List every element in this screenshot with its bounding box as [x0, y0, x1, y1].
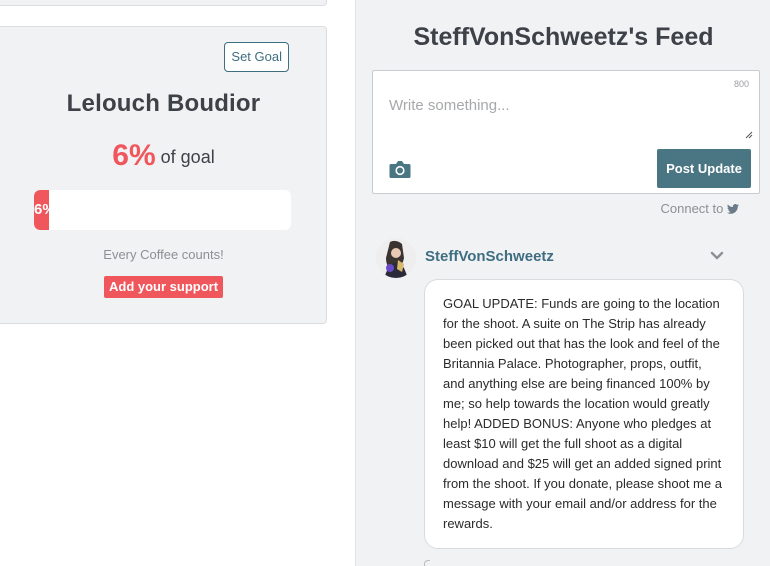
previous-card-edge	[0, 0, 327, 6]
goal-percent-value: 6%	[112, 139, 156, 172]
connect-label: Connect to	[660, 201, 724, 216]
post-body: GOAL UPDATE: Funds are going to the loca…	[424, 279, 744, 549]
add-support-button[interactable]: Add your support	[104, 276, 224, 298]
char-limit: 800	[733, 79, 749, 89]
goal-progress-label: 6%	[34, 201, 56, 218]
set-goal-button[interactable]: Set Goal	[224, 42, 289, 72]
twitter-icon	[727, 204, 739, 214]
connect-to-twitter[interactable]: Connect to	[660, 201, 739, 216]
feed-title: SteffVonSchweetz's Feed	[413, 23, 714, 51]
goal-card: Set Goal Lelouch Boudior 6% of goal 6% E…	[0, 26, 327, 324]
author-avatar[interactable]	[376, 238, 416, 278]
next-post-edge	[424, 560, 430, 566]
avatar-image	[376, 238, 416, 278]
post-update-button[interactable]: Post Update	[657, 149, 751, 188]
goal-tagline: Every Coffee counts!	[103, 247, 224, 262]
feed-panel: SteffVonSchweetz's Feed 800 Write someth…	[355, 0, 770, 566]
post-author-name[interactable]: SteffVonSchweetz	[425, 248, 554, 265]
chevron-down-icon[interactable]	[710, 251, 724, 261]
camera-icon[interactable]	[389, 159, 411, 179]
composer-box: 800 Write something... Post Update	[372, 70, 760, 194]
composer-textarea[interactable]: Write something...	[389, 97, 510, 114]
goal-percent-line: 6% of goal	[0, 139, 327, 173]
goal-progress-fill: 6%	[34, 190, 56, 230]
goal-percent-suffix: of goal	[160, 147, 215, 167]
resize-handle-icon[interactable]	[745, 131, 753, 139]
goal-progress-bar: 6%	[34, 190, 291, 230]
goal-title: Lelouch Boudior	[66, 90, 261, 117]
